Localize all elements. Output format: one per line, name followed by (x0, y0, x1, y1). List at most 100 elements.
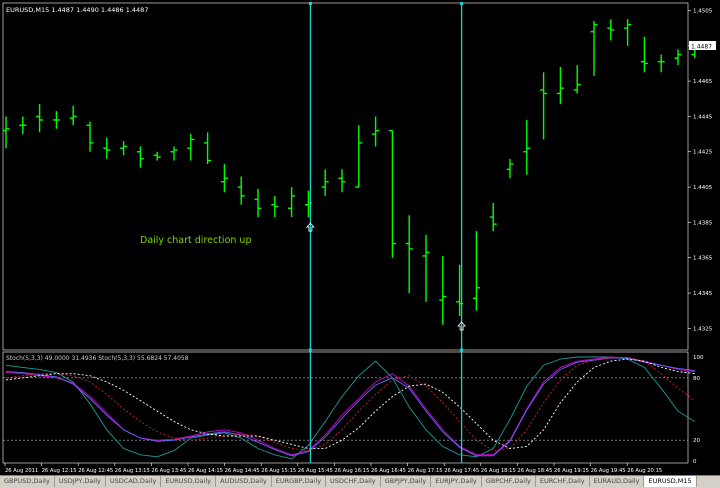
price-bar (355, 125, 363, 188)
price-bar (388, 129, 396, 258)
price-bar (86, 121, 94, 152)
tab-11[interactable]: EURAUD,Daily (589, 476, 645, 487)
price-bar (405, 215, 413, 294)
time-tick-label: 26 Aug 14:45 (225, 468, 260, 474)
tab-2[interactable]: USDCAD,Daily (105, 476, 162, 487)
time-tick-label: 26 Aug 18:45 (517, 468, 552, 474)
chart-window[interactable]: 1.45051.44851.44651.44451.44251.44051.43… (0, 0, 720, 475)
price-bar (187, 134, 195, 161)
price-bar (237, 176, 245, 205)
tab-9[interactable]: GBPCHF,Daily (481, 476, 536, 487)
price-bars (2, 19, 716, 325)
price-bar (19, 116, 27, 135)
stoch-tick-label: 80 (693, 376, 700, 382)
price-bar (624, 19, 632, 46)
price-tick-label: 1.4505 (693, 8, 713, 14)
arrow-markers (306, 222, 466, 331)
price-tick-label: 1.4385 (693, 220, 713, 226)
indicator-header: Stoch(5,3,3) 49.0000 31.4936 Stoch(5,3,3… (6, 355, 189, 362)
time-tick-label: 26 Aug 15:45 (298, 468, 333, 474)
price-bar (2, 116, 10, 149)
indicator-panel-border (2, 351, 689, 464)
time-tick-label: 26 Aug 18:15 (481, 468, 516, 474)
price-bar (607, 19, 615, 41)
tab-8[interactable]: EURJPY,Daily (431, 476, 482, 487)
main-panel-border (2, 2, 689, 351)
tab-3[interactable]: EURUSD,Daily (161, 476, 217, 487)
price-tick-label: 1.4405 (693, 185, 713, 191)
stoch-tick-label: 0 (693, 459, 697, 465)
vertical-line-handle[interactable] (460, 2, 464, 5)
price-bar (153, 151, 161, 161)
stochastic-levels (3, 377, 688, 441)
vertical-line-handle[interactable] (308, 2, 312, 5)
tab-7[interactable]: GBPJPY,Daily (380, 476, 432, 487)
time-tick-label: 26 Aug 12:45 (78, 468, 113, 474)
price-tick-label: 1.4445 (693, 114, 713, 120)
time-tick-label: 26 Aug 13:45 (151, 468, 186, 474)
tab-1[interactable]: USDJPY,Daily (54, 476, 106, 487)
price-bar (590, 21, 598, 76)
stoch-tick-label: 20 (693, 438, 700, 444)
time-tick-label: 26 Aug 16:45 (371, 468, 406, 474)
price-bar (657, 54, 665, 73)
price-bar (372, 116, 380, 147)
time-tick-label: 26 Aug 17:45 (444, 468, 479, 474)
price-tick-label: 1.4365 (693, 256, 713, 262)
vertical-line-handle[interactable] (308, 348, 312, 352)
price-bar (640, 36, 648, 73)
vertical-line-handle[interactable] (460, 348, 464, 352)
stochastic-lines (5, 356, 696, 460)
price-bar (288, 187, 296, 218)
stoch-tick-label: 100 (693, 355, 704, 361)
time-tick-label: 26 Aug 14:15 (188, 468, 223, 474)
price-tick-label: 1.4325 (693, 326, 713, 332)
stoch-series-4 (5, 358, 695, 449)
time-axis: 26 Aug 2011 26 Aug 12:15 26 Aug 12:45 26 Au… (4, 463, 662, 474)
price-bar (674, 49, 682, 66)
chart-tabs: GBPUSD,Daily USDJPY,Daily USDCAD,Daily E… (0, 475, 720, 488)
annotation-text: Daily chart direction up (140, 235, 251, 246)
symbol-header: EURUSD,M15 1.4487 1.4490 1.4486 1.4487 (6, 6, 148, 14)
vertical-lines[interactable] (308, 2, 464, 463)
time-tick-label: 26 Aug 19:15 (554, 468, 589, 474)
price-bar (254, 188, 262, 218)
price-bar (321, 169, 329, 196)
price-bar (472, 231, 480, 311)
stoch-series-0 (5, 356, 696, 460)
price-bar (540, 72, 548, 140)
price-axis[interactable]: 1.45051.44851.44651.44451.44251.44051.43… (688, 8, 713, 332)
time-tick-label: 26 Aug 15:15 (261, 468, 296, 474)
price-tick-label: 1.4425 (693, 150, 713, 156)
chart-canvas[interactable]: 1.45051.44851.44651.44451.44251.44051.43… (0, 0, 720, 475)
tab-10[interactable]: EURCHF,Daily (535, 476, 590, 487)
time-tick-label: 26 Aug 17:15 (408, 468, 443, 474)
price-bar (338, 169, 346, 193)
price-bar (52, 111, 60, 129)
price-bar (69, 105, 77, 126)
price-bar (489, 202, 497, 232)
current-price-label: 1.4487 (691, 44, 712, 51)
price-bar (170, 146, 178, 161)
tab-6[interactable]: USDCHF,Daily (326, 476, 381, 487)
time-tick-label: 26 Aug 12:15 (42, 468, 77, 474)
price-bar (422, 234, 430, 302)
time-tick-label: 26 Aug 19:45 (591, 468, 626, 474)
price-bar (103, 137, 111, 159)
price-bar (556, 66, 564, 105)
tab-4[interactable]: AUDUSD,Daily (216, 476, 272, 487)
time-tick-label: 26 Aug 13:15 (115, 468, 150, 474)
time-tick-label: 26 Aug 20:15 (627, 468, 662, 474)
price-bar (506, 158, 514, 179)
price-tick-label: 1.4345 (693, 291, 713, 297)
price-bar (523, 119, 531, 175)
price-tick-label: 1.4465 (693, 79, 713, 85)
price-bar (204, 132, 212, 165)
price-bar (573, 65, 581, 94)
time-tick-label: 26 Aug 16:15 (334, 468, 369, 474)
price-bar (439, 255, 447, 325)
tab-5[interactable]: EURGBP,Daily (271, 476, 327, 487)
price-bar (36, 104, 44, 133)
tab-12[interactable]: EURUSD,M15 (644, 476, 697, 487)
tab-0[interactable]: GBPUSD,Daily (0, 476, 55, 487)
